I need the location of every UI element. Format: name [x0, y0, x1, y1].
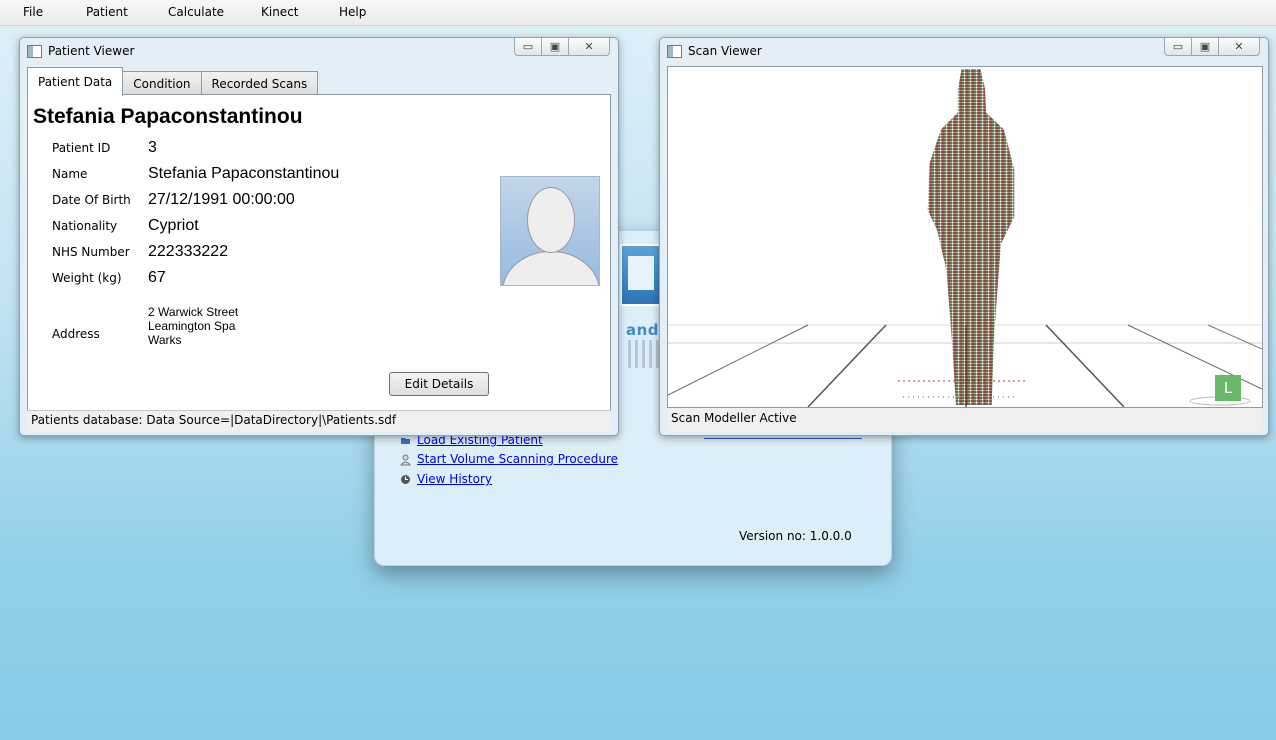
folder-icon	[400, 435, 411, 446]
logo-figures-image	[628, 340, 662, 368]
scan-status-bar: Scan Modeller Active	[667, 408, 1261, 431]
scan-viewer-titlebar[interactable]: Scan Viewer ▭ ▣ ✕	[660, 38, 1268, 64]
nationality-label: Nationality	[52, 219, 118, 233]
l-badge: L	[1215, 375, 1241, 401]
start-scan-row: Start Volume Scanning Procedure	[399, 452, 618, 466]
edit-details-button[interactable]: Edit Details	[389, 372, 489, 396]
view-history-link[interactable]: View History	[417, 472, 492, 486]
person-icon	[399, 454, 412, 465]
window-icon	[27, 45, 42, 58]
nationality-value: Cypriot	[148, 217, 199, 234]
patient-name-heading: Stefania Papaconstantinou	[33, 105, 303, 128]
name-value: Stefania Papaconstantinou	[148, 165, 340, 182]
menu-patient[interactable]: Patient	[86, 5, 128, 19]
tab-patient-data[interactable]: Patient Data	[27, 67, 124, 96]
scan-3d-viewport[interactable]: L	[667, 66, 1263, 408]
menu-kinect[interactable]: Kinect	[261, 5, 299, 19]
dob-label: Date Of Birth	[52, 193, 131, 207]
tab-strip: Patient Data Condition Recorded Scans	[27, 67, 319, 96]
patient-id-value: 3	[148, 139, 157, 156]
clock-icon	[400, 474, 411, 485]
close-button[interactable]: ✕	[568, 38, 610, 56]
minimize-button[interactable]: ▭	[1164, 38, 1192, 56]
view-history-row: View History	[400, 472, 492, 486]
logo-text: and	[626, 321, 660, 339]
patient-data-panel: Stefania Papaconstantinou Patient ID 3 N…	[27, 94, 611, 411]
menu-bar: File Patient Calculate Kinect Help	[0, 0, 1276, 26]
patient-viewer-titlebar[interactable]: Patient Viewer ▭ ▣ ✕	[20, 38, 618, 64]
minimize-button[interactable]: ▭	[514, 38, 542, 56]
patient-status-bar: Patients database: Data Source=|DataDire…	[27, 410, 611, 431]
maximize-button[interactable]: ▣	[1191, 38, 1219, 56]
address-label: Address	[52, 327, 100, 341]
address-line-1: 2 Warwick Street	[148, 305, 239, 319]
weight-label: Weight (kg)	[52, 271, 122, 285]
start-volume-scanning-link[interactable]: Start Volume Scanning Procedure	[417, 452, 618, 466]
maximize-button[interactable]: ▣	[541, 38, 569, 56]
patient-id-label: Patient ID	[52, 141, 111, 155]
name-label: Name	[52, 167, 88, 181]
menu-calculate[interactable]: Calculate	[168, 5, 224, 19]
patient-viewer-window: Patient Viewer ▭ ▣ ✕ Patient Data Condit…	[19, 37, 619, 436]
avatar-body-icon	[502, 251, 599, 285]
dob-value: 27/12/1991 00:00:00	[148, 191, 295, 208]
tab-recorded-scans[interactable]: Recorded Scans	[200, 71, 319, 95]
window-title: Patient Viewer	[48, 44, 135, 58]
close-button[interactable]: ✕	[1218, 38, 1260, 56]
nhs-number-label: NHS Number	[52, 245, 130, 259]
version-label: Version no: 1.0.0.0	[739, 529, 852, 543]
tab-condition[interactable]: Condition	[122, 71, 202, 95]
address-line-2: Leamington Spa	[148, 319, 236, 333]
scan-viewer-window: Scan Viewer ▭ ▣ ✕ L Scan Modeller Active	[659, 37, 1269, 436]
weight-value: 67	[148, 269, 166, 286]
patient-photo	[500, 176, 600, 286]
app-logo	[620, 244, 664, 306]
window-title: Scan Viewer	[688, 44, 762, 58]
nhs-number-value: 222333222	[148, 243, 229, 260]
avatar-head-icon	[527, 187, 575, 253]
menu-help[interactable]: Help	[339, 5, 366, 19]
address-line-3: Warks	[148, 333, 182, 347]
window-icon	[667, 45, 682, 58]
menu-file[interactable]: File	[23, 5, 43, 19]
